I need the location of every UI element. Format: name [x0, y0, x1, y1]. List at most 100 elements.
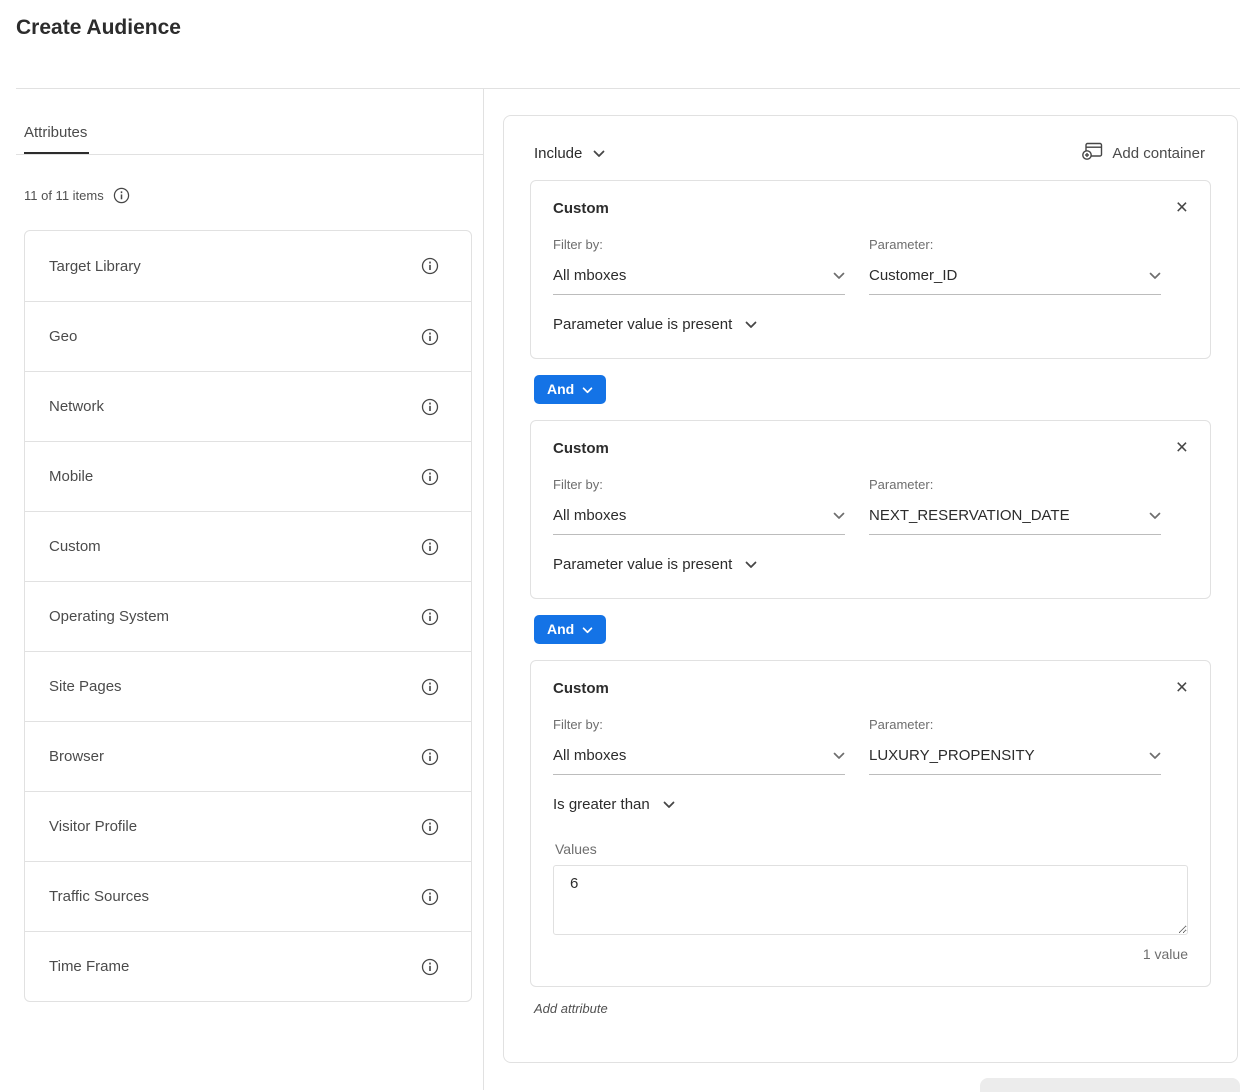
list-item-label: Site Pages	[49, 678, 122, 695]
info-icon[interactable]	[421, 538, 439, 556]
chevron-down-icon	[1149, 507, 1161, 524]
parameter-select[interactable]: Customer_ID	[869, 267, 1161, 295]
parameter-label: Parameter:	[869, 477, 1161, 492]
info-icon[interactable]	[421, 958, 439, 976]
and-operator-button[interactable]: And	[534, 615, 606, 644]
chevron-down-icon	[745, 556, 757, 573]
parameter-label: Parameter:	[869, 717, 1161, 732]
tab-attributes[interactable]: Attributes	[24, 124, 89, 154]
list-item-visitor-profile[interactable]: Visitor Profile	[25, 791, 471, 861]
filter-by-value: All mboxes	[553, 267, 626, 284]
filter-by-select[interactable]: All mboxes	[553, 747, 845, 775]
values-input[interactable]: 6	[553, 865, 1188, 935]
list-item-label: Traffic Sources	[49, 888, 149, 905]
include-dropdown[interactable]: Include	[534, 145, 605, 162]
remove-card-button[interactable]: ×	[1176, 197, 1188, 218]
list-item-label: Time Frame	[49, 958, 129, 975]
and-label: And	[547, 621, 574, 637]
card-fields: Filter by: All mboxes Parameter: NEXT_RE…	[553, 477, 1188, 535]
chevron-down-icon	[593, 145, 605, 162]
list-item-mobile[interactable]: Mobile	[25, 441, 471, 511]
list-item-label: Mobile	[49, 468, 93, 485]
list-item-target-library[interactable]: Target Library	[25, 231, 471, 301]
filter-by-field: Filter by: All mboxes	[553, 237, 845, 295]
chevron-down-icon	[1149, 267, 1161, 284]
info-icon[interactable]	[421, 257, 439, 275]
evaluator-dropdown[interactable]: Parameter value is present	[553, 316, 757, 333]
left-tab-bar: Attributes	[16, 88, 483, 155]
chevron-down-icon	[833, 747, 845, 764]
info-icon[interactable]	[421, 328, 439, 346]
list-item-browser[interactable]: Browser	[25, 721, 471, 791]
card-title: Custom	[553, 440, 609, 457]
filter-by-field: Filter by: All mboxes	[553, 477, 845, 535]
evaluator-value: Parameter value is present	[553, 556, 732, 573]
info-icon[interactable]	[421, 398, 439, 416]
info-icon[interactable]	[421, 678, 439, 696]
card-fields: Filter by: All mboxes Parameter: Custome…	[553, 237, 1188, 295]
list-item-network[interactable]: Network	[25, 371, 471, 441]
and-operator-button[interactable]: And	[534, 375, 606, 404]
list-item-geo[interactable]: Geo	[25, 301, 471, 371]
list-item-label: Geo	[49, 328, 77, 345]
condition-card-1: Custom × Filter by: All mboxes Parameter…	[530, 180, 1211, 359]
info-icon[interactable]	[421, 608, 439, 626]
parameter-field: Parameter: Customer_ID	[869, 237, 1161, 295]
include-dropdown-value: Include	[534, 145, 582, 162]
list-item-label: Custom	[49, 538, 101, 555]
card-fields: Filter by: All mboxes Parameter: LUXURY_…	[553, 717, 1188, 775]
close-icon: ×	[1176, 436, 1188, 459]
parameter-field: Parameter: NEXT_RESERVATION_DATE	[869, 477, 1161, 535]
chevron-down-icon	[582, 381, 593, 397]
card-head: Custom ×	[553, 680, 1188, 698]
chevron-down-icon	[833, 267, 845, 284]
filter-by-value: All mboxes	[553, 747, 626, 764]
filter-by-select[interactable]: All mboxes	[553, 507, 845, 535]
builder-header: Include Add container	[530, 142, 1211, 164]
card-head: Custom ×	[553, 200, 1188, 218]
parameter-value: NEXT_RESERVATION_DATE	[869, 507, 1070, 524]
list-item-time-frame[interactable]: Time Frame	[25, 931, 471, 1001]
add-container-label: Add container	[1112, 145, 1205, 162]
condition-card-3: Custom × Filter by: All mboxes Parameter…	[530, 660, 1211, 987]
evaluator-dropdown[interactable]: Parameter value is present	[553, 556, 757, 573]
list-item-custom[interactable]: Custom	[25, 511, 471, 581]
audience-builder-panel: Include Add container Custom × Fi	[503, 115, 1238, 1063]
remove-card-button[interactable]: ×	[1176, 677, 1188, 698]
page-title: Create Audience	[16, 16, 181, 40]
list-item-label: Browser	[49, 748, 104, 765]
filter-by-field: Filter by: All mboxes	[553, 717, 845, 775]
filter-by-select[interactable]: All mboxes	[553, 267, 845, 295]
info-icon[interactable]	[421, 748, 439, 766]
chevron-down-icon	[1149, 747, 1161, 764]
card-head: Custom ×	[553, 440, 1188, 458]
info-icon[interactable]	[421, 818, 439, 836]
parameter-label: Parameter:	[869, 237, 1161, 252]
info-icon[interactable]	[421, 468, 439, 486]
info-icon[interactable]	[113, 187, 130, 204]
chevron-down-icon	[582, 621, 593, 637]
evaluator-dropdown[interactable]: Is greater than	[553, 796, 675, 813]
item-count-text: 11 of 11 items	[24, 188, 104, 203]
panel-divider	[483, 88, 484, 1090]
filter-by-label: Filter by:	[553, 477, 845, 492]
remove-card-button[interactable]: ×	[1176, 437, 1188, 458]
values-section: Values 6 1 value	[553, 841, 1188, 962]
evaluator-value: Parameter value is present	[553, 316, 732, 333]
list-item-site-pages[interactable]: Site Pages	[25, 651, 471, 721]
parameter-value: Customer_ID	[869, 267, 957, 284]
info-icon[interactable]	[421, 888, 439, 906]
parameter-select[interactable]: LUXURY_PROPENSITY	[869, 747, 1161, 775]
list-item-traffic-sources[interactable]: Traffic Sources	[25, 861, 471, 931]
list-item-operating-system[interactable]: Operating System	[25, 581, 471, 651]
card-title: Custom	[553, 200, 609, 217]
close-icon: ×	[1176, 196, 1188, 219]
chevron-down-icon	[663, 796, 675, 813]
value-count: 1 value	[553, 946, 1188, 962]
add-container-icon	[1082, 142, 1103, 164]
add-container-button[interactable]: Add container	[1082, 142, 1205, 164]
chevron-down-icon	[833, 507, 845, 524]
add-attribute-link[interactable]: Add attribute	[534, 1001, 608, 1016]
parameter-select[interactable]: NEXT_RESERVATION_DATE	[869, 507, 1161, 535]
list-item-label: Visitor Profile	[49, 818, 137, 835]
